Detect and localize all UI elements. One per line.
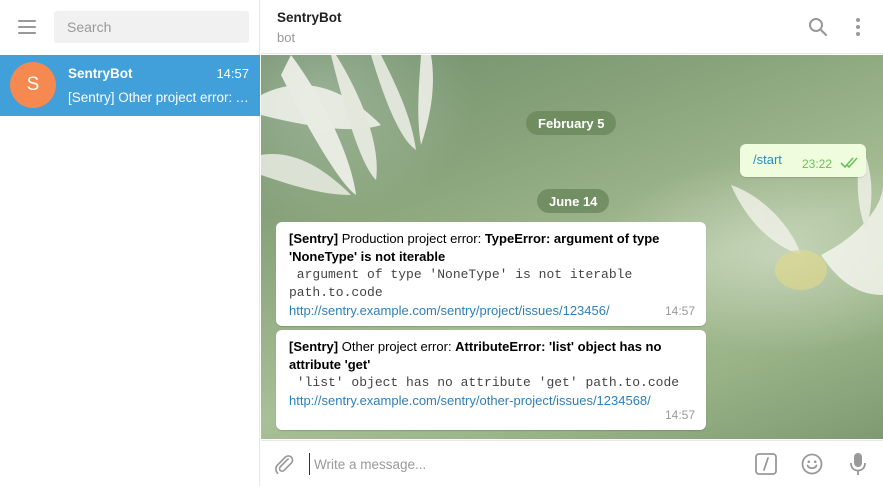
incoming-message[interactable]: [Sentry] Production project error: TypeE…	[276, 222, 706, 326]
microphone-icon[interactable]	[845, 451, 871, 477]
message-code: path.to.code	[289, 285, 383, 300]
chat-history[interactable]: February 5 /start 23:22 June 14 [Sentry]…	[261, 55, 883, 439]
chat-name: SentryBot	[68, 66, 133, 81]
issue-link[interactable]: http://sentry.example.com/sentry/other-p…	[289, 393, 651, 408]
message-input[interactable]	[309, 453, 729, 475]
sidebar: S SentryBot 14:57 [Sentry] Other project…	[0, 0, 260, 486]
peer-status: bot	[277, 30, 296, 45]
message-command-link[interactable]: /start	[753, 152, 782, 167]
message-prefix: Other project error:	[338, 339, 456, 354]
double-check-icon	[840, 156, 860, 174]
attach-icon[interactable]	[271, 451, 297, 477]
more-vertical-icon[interactable]	[843, 12, 873, 42]
message-code: 'list' object has no attribute 'get' pat…	[289, 375, 680, 390]
menu-icon[interactable]	[10, 10, 44, 44]
message-time: 14:57	[664, 408, 695, 422]
search-input[interactable]	[54, 11, 249, 43]
message-tag: [Sentry]	[289, 231, 339, 246]
incoming-message[interactable]: [Sentry] Other project error: AttributeE…	[276, 330, 706, 430]
commands-icon[interactable]	[753, 451, 779, 477]
outgoing-message[interactable]: /start 23:22	[740, 144, 866, 177]
message-composer	[261, 440, 883, 486]
date-separator: February 5	[526, 111, 617, 135]
peer-name[interactable]: SentryBot	[277, 10, 342, 25]
avatar: S	[10, 62, 56, 108]
chat-header: SentryBot bot	[261, 0, 883, 54]
chat-list-item[interactable]: S SentryBot 14:57 [Sentry] Other project…	[0, 55, 260, 116]
emoji-icon[interactable]	[799, 451, 825, 477]
message-code: argument of type 'NoneType' is not itera…	[289, 267, 633, 282]
issue-link[interactable]: http://sentry.example.com/sentry/project…	[289, 303, 610, 318]
chat-time: 14:57	[216, 66, 249, 81]
message-time: 14:57	[664, 304, 695, 318]
message-time: 23:22	[801, 157, 832, 171]
date-separator: June 14	[537, 189, 610, 213]
chat-preview: [Sentry] Other project error: AttributeE…	[68, 90, 250, 105]
message-prefix: Production project error:	[338, 231, 485, 246]
search-icon[interactable]	[803, 12, 833, 42]
message-tag: [Sentry]	[289, 339, 339, 354]
